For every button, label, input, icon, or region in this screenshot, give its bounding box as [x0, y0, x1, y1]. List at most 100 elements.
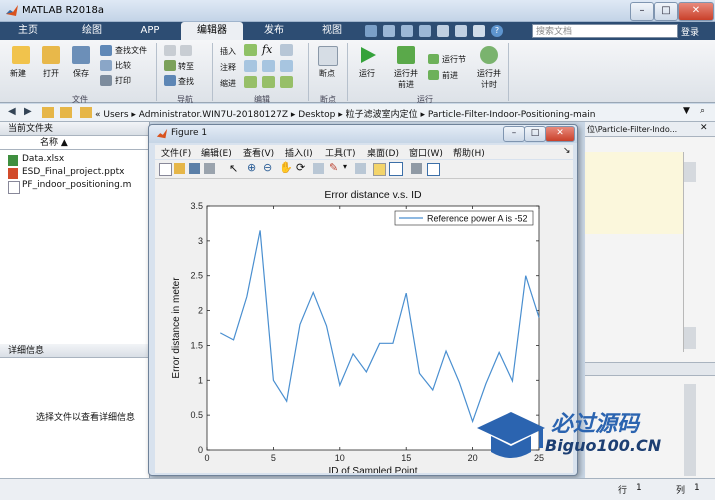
colorbar-icon[interactable] [373, 163, 386, 176]
brush-icon[interactable]: ✎ [329, 161, 338, 174]
indent-icon[interactable] [262, 76, 275, 88]
path-dropdown-icon[interactable]: ▼ [683, 106, 690, 116]
menu-insert[interactable]: 插入(I) [285, 146, 313, 159]
print-figure-icon[interactable] [204, 163, 215, 174]
save-icon[interactable] [72, 46, 90, 64]
smart-indent-icon[interactable] [244, 76, 257, 88]
insert-button[interactable]: 插入 [220, 46, 236, 57]
comment-button[interactable]: 注释 [220, 62, 236, 73]
figure-minimize-button[interactable]: – [503, 126, 525, 142]
tab-publish[interactable]: 发布 [252, 22, 296, 40]
paste-quick-icon[interactable] [419, 25, 431, 37]
run-and-time-button[interactable]: 运行并计时 [475, 68, 503, 90]
insert-options-icon[interactable] [280, 44, 293, 56]
hide-plot-tools-icon[interactable] [411, 163, 422, 174]
comment-icon[interactable] [244, 60, 257, 72]
wrap-comments-icon[interactable] [280, 60, 293, 72]
switch-window-icon[interactable] [473, 25, 485, 37]
open-file-icon[interactable] [174, 163, 185, 174]
back-arrow-icon[interactable]: ◀ [8, 106, 16, 117]
goto-button[interactable]: 转至 [178, 61, 194, 72]
link-plot-icon[interactable] [355, 163, 366, 174]
data-cursor-icon[interactable] [313, 163, 324, 174]
editor-scrollbar-lower[interactable] [684, 327, 696, 349]
maximize-button[interactable]: □ [654, 2, 678, 21]
breadcrumb-path[interactable]: « Users ▸ Administrator.WIN7U-20180127Z … [95, 107, 595, 120]
forward-arrow-icon[interactable]: ▶ [24, 106, 32, 117]
tab-view[interactable]: 视图 [310, 22, 354, 40]
new-button[interactable]: 新建 [10, 68, 26, 79]
editor-scrollbar-thumb[interactable] [684, 162, 696, 182]
name-column-header[interactable]: 名称 ▲ [0, 136, 149, 150]
tab-home[interactable]: 主页 [8, 22, 48, 40]
new-figure-icon[interactable] [159, 163, 172, 176]
advance-icon [428, 70, 439, 80]
pan-icon[interactable]: ✋ [279, 161, 293, 174]
copy-quick-icon[interactable] [401, 25, 413, 37]
find-button[interactable]: 查找 [178, 76, 194, 87]
open-icon[interactable] [42, 46, 60, 64]
login-link[interactable]: 登录 [681, 25, 699, 38]
parent-folder-icon[interactable] [42, 107, 54, 118]
indent-button[interactable]: 缩进 [220, 78, 236, 89]
legend-icon[interactable] [389, 162, 403, 176]
run-icon[interactable] [358, 45, 378, 65]
help-icon[interactable]: ? [491, 25, 503, 37]
minimize-button[interactable]: – [630, 2, 654, 21]
figure-maximize-button[interactable]: □ [524, 126, 546, 142]
run-button[interactable]: 运行 [359, 68, 375, 79]
find-files-button[interactable]: 查找文件 [115, 45, 147, 56]
browse-folder-icon[interactable] [60, 107, 72, 118]
uncomment-icon[interactable] [262, 60, 275, 72]
show-plot-tools-icon[interactable] [427, 163, 440, 176]
run-and-advance-button[interactable]: 运行并前进 [392, 68, 420, 90]
advance-button[interactable]: 前进 [442, 70, 458, 81]
command-scrollbar[interactable] [684, 384, 696, 476]
menu-edit[interactable]: 编辑(E) [201, 146, 232, 159]
redo-quick-icon[interactable] [455, 25, 467, 37]
zoom-out-icon[interactable]: ⊖ [263, 161, 272, 174]
menu-file[interactable]: 文件(F) [161, 146, 191, 159]
tab-editor[interactable]: 编辑器 [181, 22, 243, 40]
open-button[interactable]: 打开 [43, 68, 59, 79]
file-item[interactable]: ESD_Final_project.pptx [8, 167, 124, 179]
figure-close-button[interactable]: ✕ [545, 126, 575, 142]
run-section-button[interactable]: 运行节 [442, 54, 466, 65]
zoom-in-icon[interactable]: ⊕ [247, 161, 256, 174]
menu-tools[interactable]: 工具(T) [325, 146, 356, 159]
outdent-icon[interactable] [280, 76, 293, 88]
forward-nav-icon[interactable] [180, 45, 192, 56]
file-item[interactable]: Data.xlsx [8, 154, 64, 166]
tab-apps[interactable]: APP [128, 22, 172, 40]
search-folder-icon[interactable]: ⌕ [700, 106, 705, 116]
breakpoints-button[interactable]: 断点 [319, 68, 335, 79]
run-and-time-icon[interactable] [480, 46, 498, 64]
undock-icon[interactable]: ↘ [563, 146, 571, 156]
menu-view[interactable]: 查看(V) [243, 146, 274, 159]
run-and-advance-icon[interactable] [397, 46, 415, 64]
save-quick-icon[interactable] [365, 25, 377, 37]
file-item[interactable]: PF_indoor_positioning.m [8, 180, 131, 194]
save-button[interactable]: 保存 [73, 68, 89, 79]
menu-help[interactable]: 帮助(H) [453, 146, 485, 159]
back-nav-icon[interactable] [164, 45, 176, 56]
save-figure-icon[interactable] [189, 163, 200, 174]
menu-desktop[interactable]: 桌面(D) [367, 146, 399, 159]
cut-quick-icon[interactable] [383, 25, 395, 37]
search-documentation-input[interactable]: 搜索文档 [532, 24, 678, 38]
breakpoints-icon[interactable] [318, 46, 338, 66]
new-icon[interactable] [12, 46, 30, 64]
insert-section-icon[interactable] [244, 44, 257, 56]
row-value: 1 [636, 483, 642, 493]
compare-button[interactable]: 比较 [115, 60, 131, 71]
brush-dropdown-icon[interactable]: ▾ [343, 162, 347, 171]
tab-plots[interactable]: 绘图 [70, 22, 114, 40]
edit-plot-icon[interactable]: ↖ [229, 162, 238, 175]
function-icon[interactable]: fx [262, 43, 272, 56]
close-button[interactable]: ✕ [678, 2, 714, 21]
pane-close-icon[interactable]: ✕ [700, 123, 708, 133]
menu-window[interactable]: 窗口(W) [409, 146, 443, 159]
rotate-icon[interactable]: ⟳ [296, 161, 305, 174]
print-button[interactable]: 打印 [115, 75, 131, 86]
undo-quick-icon[interactable] [437, 25, 449, 37]
